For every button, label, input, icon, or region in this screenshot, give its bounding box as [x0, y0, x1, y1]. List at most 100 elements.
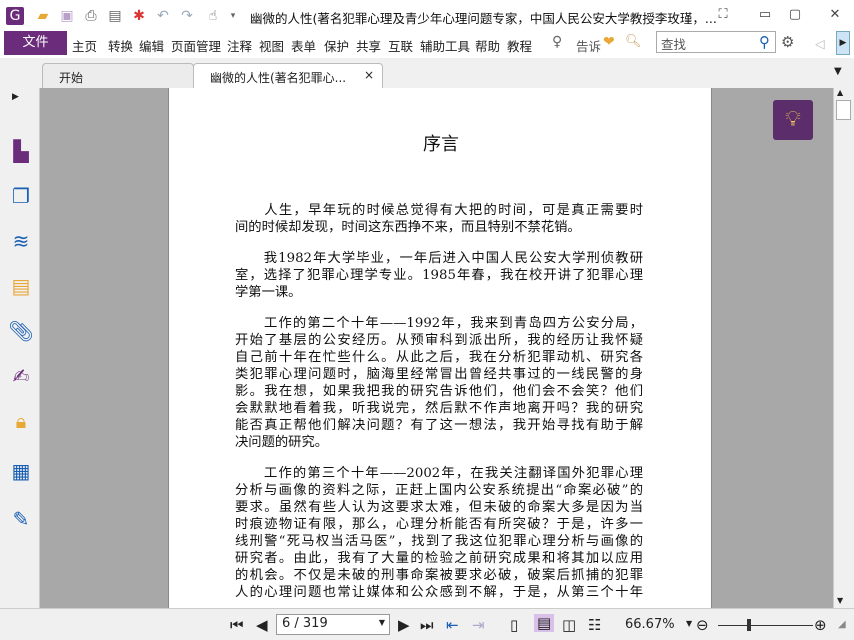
- ribbon-scroll-right-button[interactable]: ▶: [836, 31, 850, 55]
- tips-lightbulb-button[interactable]: 💡︎: [773, 100, 813, 140]
- menu-form[interactable]: 表单: [291, 36, 316, 55]
- window-title: 幽微的人性(著名犯罪心理及青少年心理问题专家，中国人民公安大学教授李玫瑾，...: [250, 11, 717, 26]
- facing-pages-icon[interactable]: ◫: [562, 616, 576, 634]
- tab-label: 开始: [59, 71, 84, 85]
- paragraph: 我1982年大学毕业，一年后进入中国人民公安大学刑侦教研 室，选择了犯罪心理学专业…: [235, 250, 643, 301]
- search-input[interactable]: 查找: [656, 31, 776, 53]
- text-line: 的机会。不仅是未破的刑事命案被要求必破，破案后抓捕的犯罪: [235, 568, 643, 583]
- signature-icon[interactable]: ✍: [8, 363, 34, 389]
- next-page-icon[interactable]: ▶: [398, 616, 410, 634]
- scroll-thumb[interactable]: [836, 100, 851, 120]
- page-thumbnails-icon[interactable]: ❐: [8, 183, 34, 209]
- menu-home[interactable]: 主页: [72, 36, 97, 55]
- last-page-icon[interactable]: ⏭: [420, 616, 434, 634]
- text-line: 工作的第三个十年——2002年，在我关注翻译国外犯罪心理: [235, 466, 643, 481]
- previous-page-icon[interactable]: ◀: [256, 616, 268, 634]
- menu-help[interactable]: 帮助: [475, 36, 500, 55]
- page-body: 人生，早年玩的时候总觉得有大把的时间，可是真正需要时 间的时候却发现，时间这东西挣…: [235, 202, 643, 608]
- tab-bar: 开始 幽微的人性(著名犯罪心... × ▼: [0, 58, 854, 88]
- properties-icon[interactable]: ▤: [106, 7, 124, 25]
- text-line: 工作的第二个十年——1992年，我来到青岛四方公安分局，: [235, 316, 643, 331]
- menu-edit[interactable]: 编辑: [139, 36, 164, 55]
- security-lock-icon[interactable]: 🔒︎: [8, 408, 34, 434]
- tell-me-input[interactable]: 告诉: [576, 36, 601, 55]
- find-folder-icon[interactable]: 🔍︎: [625, 34, 642, 49]
- zoom-dropdown-icon[interactable]: ▼: [686, 619, 692, 628]
- minimize-button[interactable]: ▭: [755, 5, 775, 25]
- menu-protect[interactable]: 保护: [324, 36, 349, 55]
- app-logo-icon[interactable]: G: [6, 7, 24, 25]
- scroll-down-icon[interactable]: ▼: [837, 596, 843, 605]
- undo-icon[interactable]: ↶: [154, 7, 172, 25]
- tab-document[interactable]: 幽微的人性(著名犯罪心... ×: [193, 63, 383, 88]
- title-bar: G ▰ ▣ ⎙ ▤ ✱ ↶ ↷ ☝ ▾ 幽微的人性(著名犯罪心理及青少年心理问题…: [0, 0, 854, 30]
- menu-share[interactable]: 共享: [356, 36, 381, 55]
- attachments-icon[interactable]: 📎︎: [8, 318, 34, 344]
- text-line: 室，选择了犯罪心理学专业。1985年春，我在校开讲了犯罪心理: [235, 268, 643, 283]
- close-tab-icon[interactable]: ×: [364, 68, 374, 82]
- page-number-input[interactable]: 6 / 319 ▼: [276, 614, 390, 635]
- menu-page-manage[interactable]: 页面管理: [171, 36, 221, 55]
- file-menu-button[interactable]: 文件: [4, 31, 67, 55]
- menu-view[interactable]: 视图: [259, 36, 284, 55]
- text-line: 决问题的研究。: [235, 435, 329, 450]
- redo-icon[interactable]: ↷: [178, 7, 196, 25]
- menu-connect[interactable]: 互联: [388, 36, 413, 55]
- zoom-in-icon[interactable]: ⊕: [814, 616, 827, 634]
- open-icon[interactable]: ▰: [34, 7, 52, 25]
- text-line: 人生，早年玩的时候总觉得有大把的时间，可是真正需要时: [235, 203, 643, 218]
- menu-convert[interactable]: 转换: [108, 36, 133, 55]
- document-view: 序言 人生，早年玩的时候总觉得有大把的时间，可是真正需要时 间的时候却发现，时间这…: [40, 88, 833, 608]
- print-icon[interactable]: ⎙: [82, 7, 100, 25]
- text-line: 分析与画像的资料之际，正赶上国内公安系统提出“命案必破”的: [235, 483, 643, 498]
- zoom-level[interactable]: 66.67%: [625, 617, 675, 632]
- tab-list-dropdown-icon[interactable]: ▼: [834, 66, 842, 77]
- settings-icon[interactable]: ⚙: [781, 33, 794, 51]
- close-button[interactable]: ✕: [825, 5, 845, 25]
- zoom-out-icon[interactable]: ⊖: [696, 616, 709, 634]
- text-line: 能否真正帮他们解决问题？有了这一想法，我开始寻找有助于解: [235, 418, 643, 433]
- first-page-icon[interactable]: ⏮: [230, 616, 244, 634]
- menu-comment[interactable]: 注释: [227, 36, 252, 55]
- status-bar: ⏮ ◀ 6 / 319 ▼ ▶ ⏭ ⇤ ⇥ ▯ ▤ ◫ ☷ 66.67% ▼ ⊖ …: [0, 608, 854, 640]
- next-view-icon[interactable]: ⇥: [472, 616, 485, 634]
- heart-icon[interactable]: ❤: [603, 34, 615, 50]
- zoom-slider[interactable]: [718, 625, 813, 626]
- fullscreen-icon[interactable]: ⛶: [713, 5, 733, 25]
- page-dropdown-icon[interactable]: ▼: [379, 618, 385, 627]
- certify-icon[interactable]: ✎: [8, 506, 34, 532]
- menu-accessibility[interactable]: 辅助工具: [420, 36, 470, 55]
- new-icon[interactable]: ✱: [130, 7, 148, 25]
- hand-tool-icon[interactable]: ☝: [204, 7, 222, 25]
- menu-bar: 文件 主页 转换 编辑 页面管理 注释 视图 表单 保护 共享 互联 辅助工具 …: [0, 30, 854, 58]
- expand-sidebar-icon[interactable]: ▶: [12, 92, 19, 102]
- paragraph: 工作的第三个十年——2002年，在我关注翻译国外犯罪心理 分析与画像的资料之际，正…: [235, 465, 643, 601]
- save-icon[interactable]: ▣: [58, 7, 76, 25]
- vertical-scrollbar[interactable]: ▲ ▼: [833, 88, 854, 608]
- search-icon[interactable]: ⚲: [759, 33, 770, 51]
- bookmark-icon[interactable]: ▙: [8, 138, 34, 164]
- customize-dropdown-icon[interactable]: ▾: [224, 7, 242, 25]
- text-line: 类犯罪心理问题时，脑海里经常冒出曾经共事过的一线民警的身: [235, 367, 643, 382]
- left-sidebar: ▶ ▙ ❐ ≋ ▤ 📎︎ ✍ 🔒︎ ▦ ✎: [0, 88, 40, 608]
- text-line: 要求。虽然有些人认为这要求太难，但未破的命案大多是因为当: [235, 500, 643, 515]
- zoom-slider-thumb[interactable]: [747, 619, 751, 631]
- comments-icon[interactable]: ▤: [8, 273, 34, 299]
- layers-icon[interactable]: ≋: [8, 228, 34, 254]
- lightbulb-icon: ♀: [552, 34, 563, 50]
- maximize-button[interactable]: ▢: [785, 5, 805, 25]
- previous-view-icon[interactable]: ⇤: [446, 616, 459, 634]
- paragraph: 人生，早年玩的时候总觉得有大把的时间，可是真正需要时 间的时候却发现，时间这东西挣…: [235, 202, 643, 236]
- back-icon[interactable]: ◁: [815, 36, 825, 51]
- text-line: 研究者。由此，我有了大量的检验之前研究成果和将其加以应用: [235, 551, 643, 566]
- form-fields-icon[interactable]: ▦: [8, 458, 34, 484]
- menu-tutorial[interactable]: 教程: [507, 36, 532, 55]
- single-page-icon[interactable]: ▯: [510, 616, 518, 634]
- resize-grip-icon[interactable]: ◢: [838, 619, 846, 630]
- text-line: 我1982年大学毕业，一年后进入中国人民公安大学刑侦教研: [235, 251, 643, 266]
- scroll-up-icon[interactable]: ▲: [837, 88, 843, 97]
- continuous-facing-icon[interactable]: ☷: [588, 616, 601, 634]
- tab-start[interactable]: 开始: [42, 63, 194, 88]
- page-number: 6 / 319: [282, 616, 328, 631]
- continuous-page-icon[interactable]: ▤: [534, 614, 555, 632]
